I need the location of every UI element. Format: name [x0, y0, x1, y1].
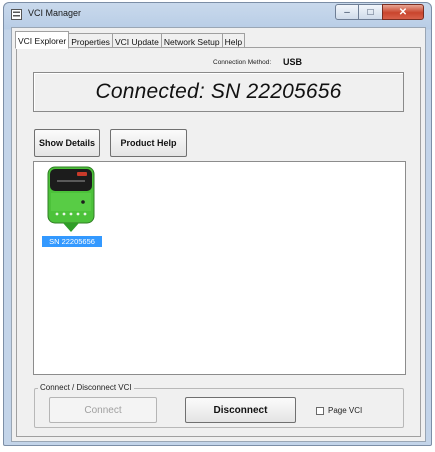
tab-vci-explorer[interactable]: VCI Explorer [15, 31, 70, 49]
tab-help[interactable]: Help [222, 33, 246, 48]
vci-manager-window: VCI Manager – □ ✕ VCI Explorer Propertie… [3, 2, 432, 446]
connect-button[interactable]: Connect [49, 397, 157, 423]
connection-method-label: Connection Method: [213, 59, 272, 66]
vci-explorer-panel: Connection Method: USB Connected: SN 222… [16, 47, 421, 437]
device-label-selected[interactable]: SN 22205656 [42, 236, 102, 247]
tab-properties[interactable]: Properties [69, 33, 113, 48]
connection-status-text: Connected: SN 22205656 [95, 80, 342, 103]
group-title: Connect / Disconnect VCI [38, 383, 134, 392]
connection-method-value: USB [283, 57, 303, 67]
close-button[interactable]: ✕ [382, 4, 424, 20]
minimize-button[interactable]: – [335, 4, 359, 20]
tab-strip: VCI Explorer Properties VCI Update Netwo… [15, 31, 246, 49]
vci-device-icon [47, 166, 95, 232]
connect-disconnect-group: Connect / Disconnect VCI Connect Disconn… [34, 383, 404, 428]
connection-status-box: Connected: SN 22205656 [33, 72, 404, 112]
title-bar[interactable]: VCI Manager – □ ✕ [4, 3, 431, 27]
client-area: VCI Explorer Properties VCI Update Netwo… [11, 27, 426, 442]
window-title: VCI Manager [28, 8, 82, 18]
page-vci-option[interactable]: Page VCI [316, 406, 362, 415]
page-vci-label: Page VCI [328, 406, 363, 415]
app-icon [11, 9, 22, 20]
show-details-button[interactable]: Show Details [34, 129, 100, 157]
page-vci-checkbox[interactable] [316, 406, 324, 415]
tab-network-setup[interactable]: Network Setup [161, 33, 223, 48]
tab-vci-update[interactable]: VCI Update [112, 33, 162, 48]
disconnect-button[interactable]: Disconnect [185, 397, 296, 423]
device-item[interactable]: SN 22205656 [42, 166, 102, 247]
maximize-button[interactable]: □ [359, 4, 382, 20]
product-help-button[interactable]: Product Help [110, 129, 187, 157]
device-list[interactable]: SN 22205656 [33, 161, 406, 375]
window-controls: – □ ✕ [335, 4, 424, 21]
